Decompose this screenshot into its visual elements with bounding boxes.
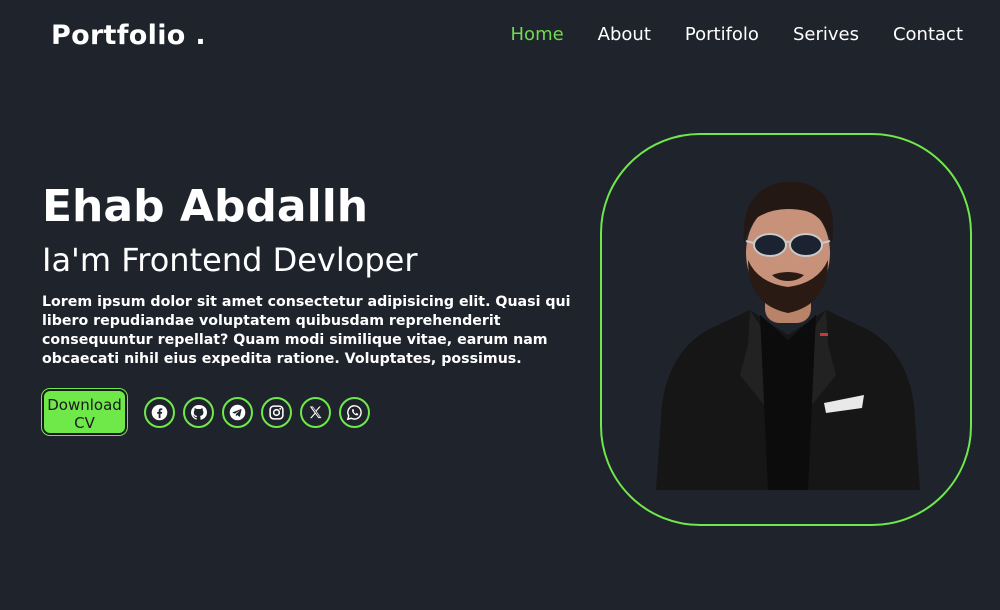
x-link[interactable] [300, 396, 331, 428]
nav-link-portfolio[interactable]: Portifolo [685, 24, 759, 45]
facebook-link[interactable] [144, 396, 175, 428]
download-cv-button[interactable]: Download CV [42, 389, 127, 435]
hero-section: Ehab Abdallh Ia'm Frontend Devloper Lore… [42, 178, 602, 435]
nav-link-about[interactable]: About [598, 24, 651, 45]
nav-link-home[interactable]: Home [511, 24, 564, 45]
download-cv-label-line2: CV [74, 414, 95, 432]
instagram-icon [269, 404, 284, 420]
telegram-icon [229, 404, 246, 420]
github-link[interactable] [183, 396, 214, 428]
profile-photo [656, 181, 920, 490]
x-icon [309, 405, 322, 418]
facebook-icon [151, 404, 168, 420]
hero-name: Ehab Abdallh [42, 181, 369, 232]
social-links [144, 396, 378, 428]
instagram-link[interactable] [261, 396, 292, 428]
download-cv-label-line1: Download [47, 396, 122, 414]
site-logo[interactable]: Portfolio . [51, 20, 206, 51]
nav-link-services[interactable]: Serives [793, 24, 859, 45]
hero-bio: Lorem ipsum dolor sit amet consectetur a… [42, 294, 571, 367]
github-icon [190, 404, 207, 420]
nav-link-contact[interactable]: Contact [893, 24, 963, 45]
hero-role: Ia'm Frontend Devloper [42, 241, 418, 279]
telegram-link[interactable] [222, 396, 253, 428]
whatsapp-icon [346, 404, 362, 420]
whatsapp-link[interactable] [339, 396, 370, 428]
site-header: Portfolio . Home About Portifolo Serives… [0, 0, 1000, 72]
main-nav: Home About Portifolo Serives Contact [477, 24, 963, 45]
hero-actions: Download CV [42, 389, 602, 435]
